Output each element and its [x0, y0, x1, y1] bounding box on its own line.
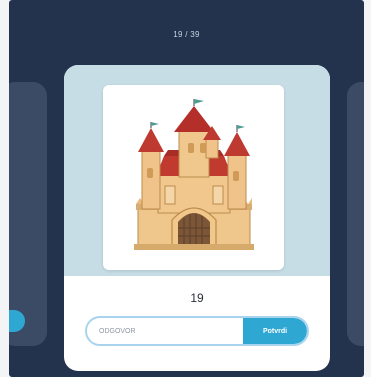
answer-form: Potvrdi	[85, 316, 309, 346]
question-number: 19	[190, 291, 204, 305]
quiz-screen: 19 / 39 19 ODGOVOR Potvrdi	[9, 0, 364, 377]
castle-image	[103, 85, 284, 270]
progress-counter: 19 / 39	[173, 30, 200, 39]
submit-button[interactable]: Potvrdi	[243, 318, 307, 344]
next-card[interactable]	[347, 82, 364, 346]
castle-icon	[133, 98, 254, 250]
previous-card[interactable]	[9, 82, 47, 346]
question-card: 19 Potvrdi	[64, 65, 330, 371]
previous-card-button[interactable]	[9, 310, 25, 332]
answer-input[interactable]	[87, 318, 247, 344]
